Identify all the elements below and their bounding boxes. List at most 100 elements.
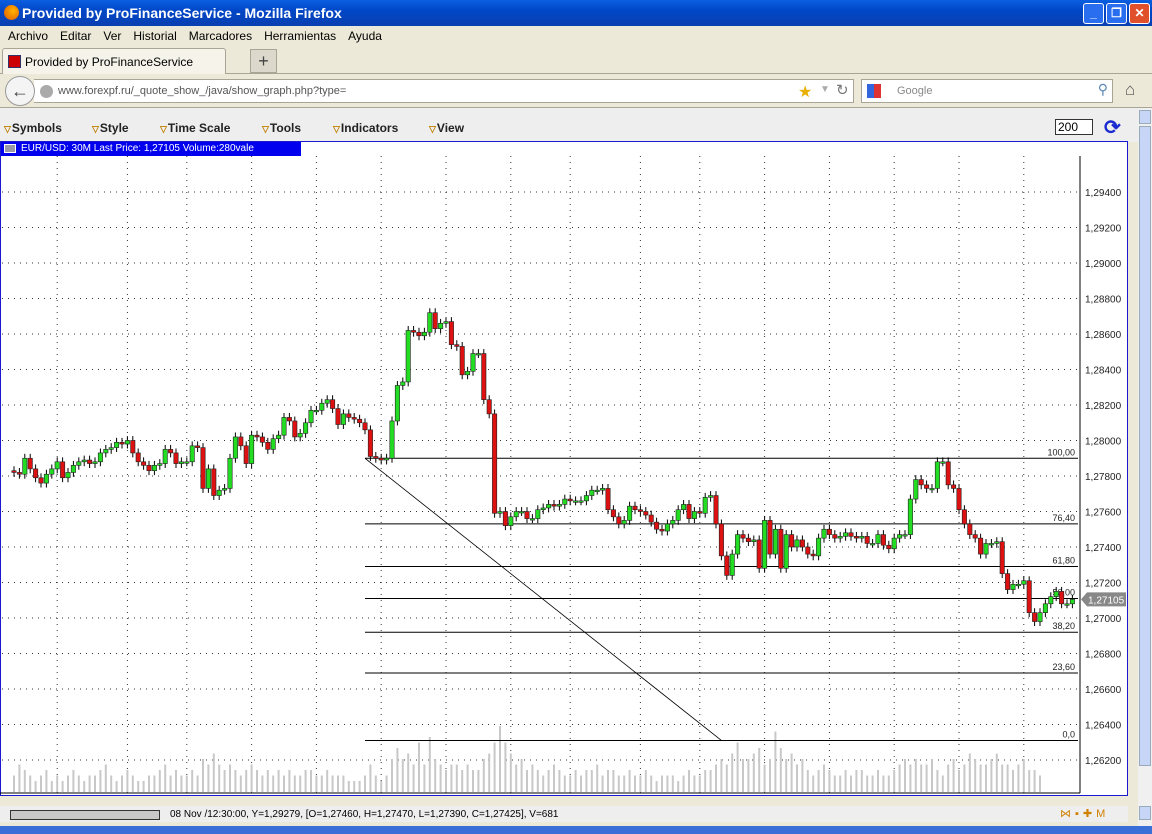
menu-editar[interactable]: Editar [54,26,97,46]
url-bar[interactable]: www.forexpf.ru/_quote_show_/java/show_gr… [34,79,854,103]
candle-body [594,489,600,493]
menu-ver[interactable]: Ver [97,26,127,46]
scroll-thumb[interactable] [1139,126,1151,766]
minimize-button[interactable]: _ [1083,3,1104,24]
menu-time-scale[interactable]: Time Scale [160,121,230,135]
home-icon[interactable]: ⌂ [1125,80,1135,100]
volume-bar [866,775,869,792]
volume-bar [482,759,485,792]
candle-body [994,541,1000,544]
candle-body [87,459,93,464]
volume-bar [812,775,815,792]
menu-archivo[interactable]: Archivo [2,26,54,46]
volume-bar [434,759,437,792]
volume-bar [607,770,609,792]
volume-bar [785,759,788,792]
candle-body [718,523,724,557]
menu-marcadores[interactable]: Marcadores [183,26,258,46]
y-tick-label: 1,27400 [1085,543,1122,554]
candle-body [189,445,195,463]
restore-button[interactable]: ❐ [1106,3,1127,24]
dropdown-icon[interactable]: ▼ [820,84,830,95]
volume-bar [909,764,912,792]
candle-body [135,452,141,463]
menu-bar: Archivo Editar Ver Historial Marcadores … [0,26,1152,46]
new-tab-button[interactable]: + [250,49,277,73]
volume-bar [698,775,701,792]
candle-body [713,495,719,525]
volume-bar [731,753,734,792]
menu-tools[interactable]: Tools [262,121,301,135]
volume-bar [1039,775,1041,792]
candle-body [297,433,303,438]
volume-bar [401,759,404,792]
search-input[interactable]: Google ⚲ [861,79,1113,103]
bars-count-input[interactable]: 200 [1055,119,1093,135]
candle-body [621,520,627,525]
close-button[interactable]: ✕ [1129,3,1150,24]
candle-body [33,468,39,479]
menu-ayuda[interactable]: Ayuda [342,26,388,46]
candle-body [286,417,292,422]
candle-body [1037,612,1043,622]
volume-bar [67,775,69,792]
candle-body [146,465,152,471]
menu-style[interactable]: Style [92,121,129,135]
reload-icon[interactable]: ↻ [836,81,849,99]
candle-body [945,461,951,486]
candle-body [254,434,260,438]
volume-bar [801,759,804,792]
candle-body [686,504,692,519]
volume-bar [850,775,852,792]
volume-bar [590,770,593,792]
volume-bar [1022,759,1025,792]
candle-body [232,436,238,459]
candle-body [956,488,962,511]
volume-bar [450,764,453,792]
y-tick-label: 1,27600 [1085,508,1122,519]
magnifier-icon[interactable]: ⚲ [1098,81,1108,98]
candle-body [664,523,670,532]
candle-body [195,445,201,448]
candle-body [119,441,125,445]
menu-symbols[interactable]: Symbols [4,121,62,135]
candle-body [114,441,120,448]
candlestick-chart[interactable]: 1,29400 1,29200 1,29000 1,28800 1,28600 1,284… [0,141,1128,796]
candle-body [826,528,832,535]
candle-body [1010,583,1016,590]
candle-body [1026,580,1032,613]
candle-body [443,321,449,324]
candle-body [470,353,476,372]
browser-tab[interactable]: Provided by ProFinanceService [2,48,226,74]
bookmark-star-icon[interactable]: ★ [798,82,812,102]
chart-control-icons[interactable]: ⋈▪✚M [1060,807,1109,820]
menu-herramientas[interactable]: Herramientas [258,26,342,46]
candle-body [92,461,98,464]
candle-body [951,484,957,489]
candle-body [988,543,994,546]
menu-indicators[interactable]: Indicators [333,121,398,135]
volume-bar [752,753,755,792]
candle-body [168,449,174,454]
y-tick-label: 1,28400 [1085,366,1122,377]
volume-bar [331,775,334,792]
back-button[interactable]: ← [5,76,35,106]
candle-body [38,477,44,484]
fib-level-label: 0,0 [1062,729,1075,739]
volume-bar [974,759,977,792]
menu-historial[interactable]: Historial [127,26,182,46]
y-tick-label: 1,29200 [1085,224,1122,235]
menu-view[interactable]: View [429,121,464,135]
candle-body [783,534,789,569]
candle-body [281,417,287,436]
volume-bar [531,764,534,792]
scroll-up-button[interactable] [1139,110,1151,124]
refresh-icon[interactable]: ⟳ [1104,115,1121,140]
horizontal-scrollbar[interactable] [10,810,160,820]
candle-body [637,509,643,512]
y-tick-label: 1,29000 [1085,259,1122,270]
tab-bar: Provided by ProFinanceService + [0,46,1152,74]
vertical-scrollbar[interactable] [1138,108,1152,826]
volume-bar [855,770,858,792]
scroll-down-button[interactable] [1139,806,1151,820]
